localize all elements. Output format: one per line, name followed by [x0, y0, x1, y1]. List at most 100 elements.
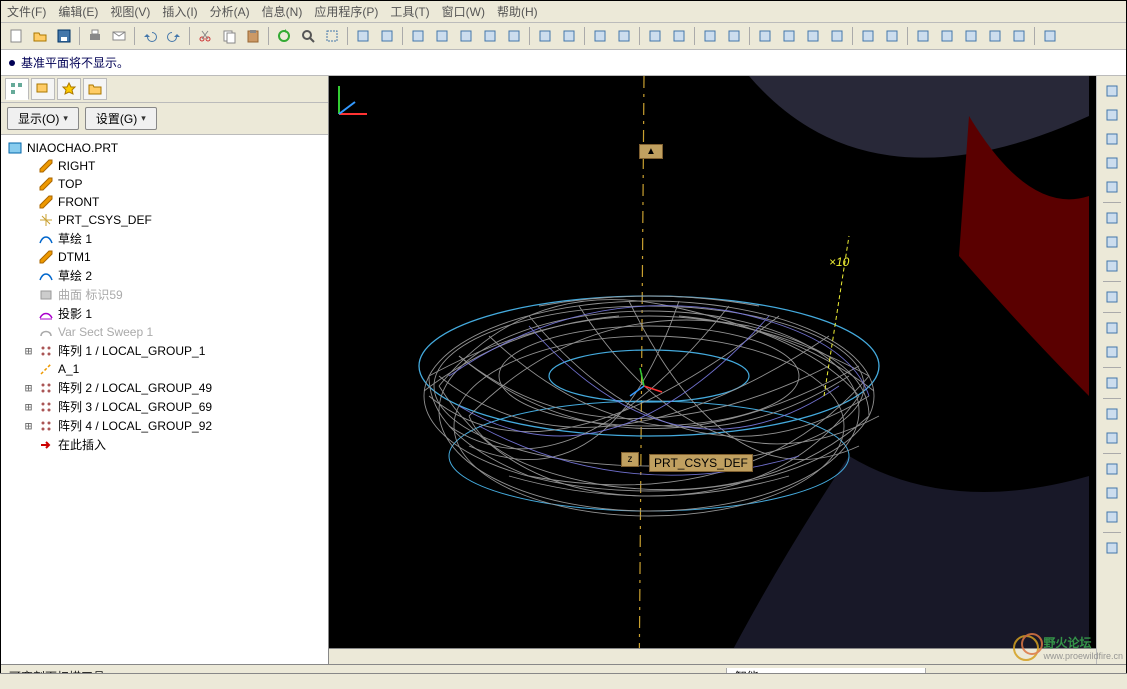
- view-button[interactable]: [376, 25, 398, 47]
- regen-button[interactable]: [273, 25, 295, 47]
- menu-item[interactable]: 插入(I): [162, 3, 197, 20]
- pattern-button[interactable]: [1101, 427, 1123, 449]
- a3-button[interactable]: [960, 25, 982, 47]
- named-view-button[interactable]: [534, 25, 556, 47]
- tree-item[interactable]: 草绘 1: [21, 229, 328, 248]
- tree-item[interactable]: ⊞阵列 1 / LOCAL_GROUP_1: [21, 341, 328, 360]
- tree-tab-favorites[interactable]: [57, 78, 81, 100]
- help-button[interactable]: [1039, 25, 1061, 47]
- spin-button[interactable]: [589, 25, 611, 47]
- show-dropdown[interactable]: 显示(O): [7, 107, 79, 130]
- tree-root[interactable]: NIAOCHAO.PRT: [5, 139, 328, 157]
- viewport-3d[interactable]: ×10 ▲ PRT_CSYS_DEF z: [329, 76, 1096, 664]
- center-button[interactable]: [613, 25, 635, 47]
- tree-item[interactable]: TOP: [21, 175, 328, 193]
- hlr-button[interactable]: [881, 25, 903, 47]
- save-button[interactable]: [53, 25, 75, 47]
- a1-button[interactable]: [912, 25, 934, 47]
- datum-axis-button[interactable]: [778, 25, 800, 47]
- settings-dropdown[interactable]: 设置(G): [85, 107, 157, 130]
- tree-item[interactable]: RIGHT: [21, 157, 328, 175]
- repaint-button[interactable]: [699, 25, 721, 47]
- tree-item[interactable]: DTM1: [21, 248, 328, 266]
- tree-item[interactable]: 在此插入: [21, 435, 328, 454]
- tree-tab-layers[interactable]: [31, 78, 55, 100]
- tree-item[interactable]: FRONT: [21, 193, 328, 211]
- hole-button[interactable]: [1101, 537, 1123, 559]
- tree-item[interactable]: ⊞阵列 3 / LOCAL_GROUP_69: [21, 397, 328, 416]
- print-button[interactable]: [84, 25, 106, 47]
- fit-button[interactable]: [455, 25, 477, 47]
- undo-button[interactable]: [139, 25, 161, 47]
- cut-button[interactable]: [194, 25, 216, 47]
- round-button[interactable]: [1101, 458, 1123, 480]
- find-button[interactable]: [297, 25, 319, 47]
- menu-item[interactable]: 应用程序(P): [314, 3, 378, 20]
- tree-item[interactable]: ⊞阵列 2 / LOCAL_GROUP_49: [21, 378, 328, 397]
- zoom-out-button[interactable]: [431, 25, 453, 47]
- expand-icon[interactable]: ⊞: [23, 400, 34, 414]
- dimension-button[interactable]: [1101, 255, 1123, 277]
- expand-icon[interactable]: ⊞: [23, 419, 34, 433]
- sketch-rect-button[interactable]: [1101, 104, 1123, 126]
- tree-item[interactable]: Var Sect Sweep 1: [21, 323, 328, 341]
- expand-icon[interactable]: ⊞: [23, 344, 34, 358]
- datum-point-button[interactable]: [802, 25, 824, 47]
- menu-item[interactable]: 帮助(H): [497, 3, 538, 20]
- zoom-in-button[interactable]: [407, 25, 429, 47]
- pan-button[interactable]: [479, 25, 501, 47]
- a2-button[interactable]: [936, 25, 958, 47]
- menu-item[interactable]: 工具(T): [390, 3, 429, 20]
- point-button[interactable]: [1101, 207, 1123, 229]
- expand-icon[interactable]: ⊞: [23, 381, 34, 395]
- extrude-button[interactable]: [1101, 317, 1123, 339]
- sketch-circle-button[interactable]: [1101, 128, 1123, 150]
- layer-button[interactable]: [352, 25, 374, 47]
- sketch-line-button[interactable]: [1101, 80, 1123, 102]
- csys-button[interactable]: [1101, 231, 1123, 253]
- tree-tab-folder[interactable]: [83, 78, 107, 100]
- tree-item[interactable]: A_1: [21, 360, 328, 378]
- trim-button[interactable]: [1101, 372, 1123, 394]
- new-button[interactable]: [5, 25, 27, 47]
- a5-button[interactable]: [1008, 25, 1030, 47]
- saved-view-button[interactable]: [558, 25, 580, 47]
- redo-button[interactable]: [163, 25, 185, 47]
- appearance-button[interactable]: [668, 25, 690, 47]
- tree-item[interactable]: ⊞阵列 4 / LOCAL_GROUP_92: [21, 416, 328, 435]
- annot-button[interactable]: [857, 25, 879, 47]
- menu-item[interactable]: 信息(N): [262, 3, 303, 20]
- menu-item[interactable]: 视图(V): [110, 3, 150, 20]
- menu-item[interactable]: 文件(F): [7, 3, 46, 20]
- paste-button[interactable]: [242, 25, 264, 47]
- message-bar: 基准平面将不显示。: [1, 50, 1126, 76]
- tree-item[interactable]: 草绘 2: [21, 266, 328, 285]
- shade-button[interactable]: [723, 25, 745, 47]
- viewport-scrollbar-h[interactable]: [329, 648, 1096, 664]
- rotate-button[interactable]: [503, 25, 525, 47]
- chamfer-button[interactable]: [1101, 482, 1123, 504]
- datum-plane-button[interactable]: [754, 25, 776, 47]
- sketch-arc-button[interactable]: [1101, 152, 1123, 174]
- datum-csys-button[interactable]: [826, 25, 848, 47]
- tree-item[interactable]: 曲面 标识59: [21, 285, 328, 304]
- menu-item[interactable]: 编辑(E): [58, 3, 98, 20]
- orient-button[interactable]: [644, 25, 666, 47]
- revolve-button[interactable]: [1101, 341, 1123, 363]
- copy-button[interactable]: [218, 25, 240, 47]
- shell-button[interactable]: [1101, 506, 1123, 528]
- menu-item[interactable]: 窗口(W): [442, 3, 485, 20]
- tree-scrollbar-h[interactable]: [0, 673, 1127, 689]
- model-tree[interactable]: NIAOCHAO.PRT RIGHTTOPFRONTPRT_CSYS_DEF草绘…: [1, 135, 328, 664]
- tree-item[interactable]: 投影 1: [21, 304, 328, 323]
- sketch-spline-button[interactable]: [1101, 176, 1123, 198]
- mirror-button[interactable]: [1101, 403, 1123, 425]
- chain-button[interactable]: [1101, 286, 1123, 308]
- select-button[interactable]: [321, 25, 343, 47]
- mail-button[interactable]: [108, 25, 130, 47]
- tree-tab-model[interactable]: [5, 78, 29, 100]
- menu-item[interactable]: 分析(A): [210, 3, 250, 20]
- tree-item[interactable]: PRT_CSYS_DEF: [21, 211, 328, 229]
- a4-button[interactable]: [984, 25, 1006, 47]
- open-button[interactable]: [29, 25, 51, 47]
